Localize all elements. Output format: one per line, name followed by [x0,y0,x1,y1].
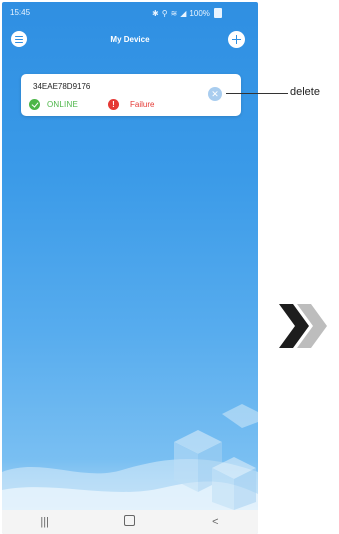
next-chevron-icon [279,304,327,348]
alert-circle-icon: ! [108,99,119,110]
delete-callout-label: delete [290,86,320,98]
delete-button[interactable]: ✕ [208,87,222,101]
home-icon [124,515,136,526]
check-circle-icon [29,99,40,110]
back-icon: < [212,516,219,528]
close-icon: ✕ [211,89,219,99]
status-icons: ✱ ⚲ ≋ ◢ 100% [152,8,222,18]
battery-percent: 100% [189,8,210,18]
device-card[interactable]: 34EAE78D9176 ONLINE ! Failure ✕ [21,74,241,116]
recents-icon: ||| [40,516,49,528]
add-device-button[interactable] [228,31,245,48]
device-status-row: ONLINE ! Failure [29,99,154,110]
online-status: ONLINE [47,100,78,109]
system-nav-bar: ||| < [2,510,258,534]
device-id: 34EAE78D9176 [33,82,91,91]
page-title: My Device [110,35,150,44]
home-button[interactable] [100,515,160,529]
delete-callout-line [226,93,288,94]
status-bar: 15:45 ✱ ⚲ ≋ ◢ 100% [2,2,258,22]
signal-icon: ◢ [180,8,187,18]
battery-icon [213,8,222,18]
phone-screen: 15:45 ✱ ⚲ ≋ ◢ 100% My Device 34EAE78D917… [2,2,258,534]
plus-icon-stroke [235,35,238,44]
failure-status: Failure [130,100,155,109]
screenshot-canvas: 15:45 ✱ ⚲ ≋ ◢ 100% My Device 34EAE78D917… [0,0,339,534]
app-header: My Device [2,26,258,54]
recents-button[interactable]: ||| [15,516,75,528]
status-time: 15:45 [10,8,31,17]
location-icon: ⚲ [161,8,168,18]
wifi-icon: ≋ [170,8,178,18]
bluetooth-icon: ✱ [152,8,159,18]
back-button[interactable]: < [185,516,245,528]
